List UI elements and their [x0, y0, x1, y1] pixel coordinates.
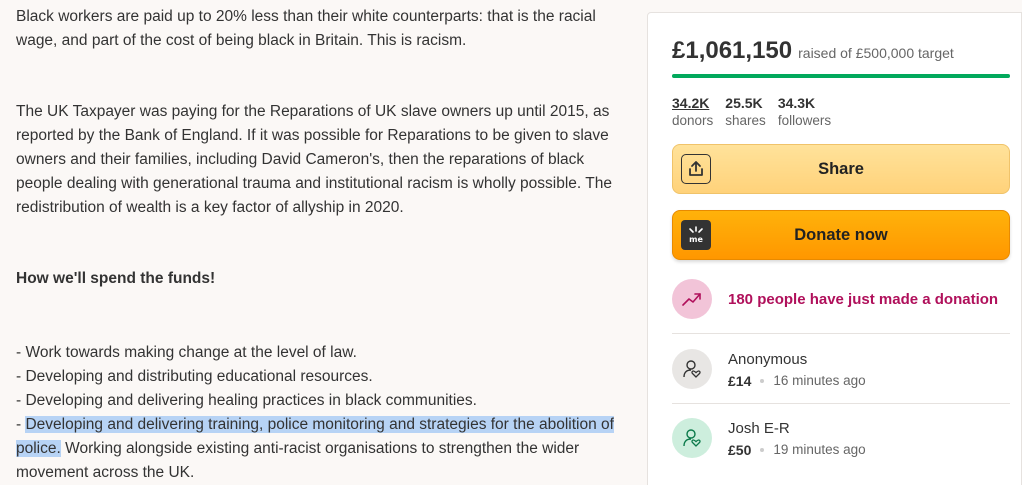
donation-item: Anonymous £14 16 minutes ago — [672, 349, 866, 391]
list-item: - Work towards making change at the leve… — [16, 344, 357, 361]
amount-value: £1,061,150 — [672, 37, 793, 64]
list-item: - Developing and delivering training, po… — [16, 413, 626, 485]
stat-donors[interactable]: 34.2K donors — [672, 95, 713, 129]
story-paragraph: Black workers are paid up to 20% less th… — [16, 8, 596, 49]
amount-raised: £1,061,150 raised of £500,000 target — [672, 37, 954, 65]
share-button[interactable]: Share — [672, 144, 1010, 194]
separator-dot — [760, 448, 765, 452]
story-paragraph: The UK Taxpayer was paying for the Repar… — [16, 103, 612, 216]
stat-number[interactable]: 34.2K — [672, 95, 713, 112]
stat-label: shares — [725, 113, 766, 128]
donate-label: Donate now — [794, 225, 888, 244]
divider — [672, 333, 1010, 334]
donor-name: Anonymous — [728, 351, 808, 368]
target-text: raised of £500,000 target — [798, 45, 954, 61]
donation-item: Josh E-R £50 19 minutes ago — [672, 418, 866, 460]
donation-time: 19 minutes ago — [773, 442, 866, 457]
stat-number: 25.5K — [725, 95, 763, 111]
donate-button[interactable]: me Donate now — [672, 210, 1010, 260]
svg-text:me: me — [689, 235, 703, 244]
stat-shares: 25.5K shares — [725, 95, 766, 129]
stat-label: donors — [672, 113, 714, 128]
donor-heart-icon — [672, 349, 712, 389]
stats-row: 34.2K donors 25.5K shares 34.3K follower… — [672, 95, 831, 129]
donation-time: 16 minutes ago — [773, 373, 866, 388]
section-heading: How we'll spend the funds! — [16, 270, 216, 287]
trending-up-icon — [672, 279, 712, 319]
recent-donations-notice: 180 people have just made a donation — [672, 279, 998, 319]
list-item: - Developing and distributing educationa… — [16, 368, 373, 385]
donor-heart-icon — [672, 418, 712, 458]
separator-dot — [760, 379, 765, 383]
stat-number: 34.3K — [777, 95, 816, 111]
divider — [672, 403, 1010, 404]
list-item-rest: Working alongside existing anti-racist o… — [16, 440, 580, 481]
share-label: Share — [818, 159, 864, 178]
donation-amount: £50 — [728, 442, 752, 458]
share-icon — [681, 154, 711, 184]
recent-donations-text: 180 people have just made a donation — [728, 290, 999, 308]
list-item: - Developing and delivering healing prac… — [16, 392, 477, 409]
stat-followers: 34.3K followers — [778, 95, 831, 129]
donor-name: Josh E-R — [728, 420, 790, 437]
donation-amount: £14 — [728, 373, 752, 389]
stat-label: followers — [777, 113, 832, 128]
gofundme-logo-icon: me — [681, 220, 711, 250]
progress-bar — [672, 74, 1010, 78]
progress-fill — [672, 74, 1010, 78]
donation-card: £1,061,150 raised of £500,000 target 34.… — [647, 12, 1022, 485]
